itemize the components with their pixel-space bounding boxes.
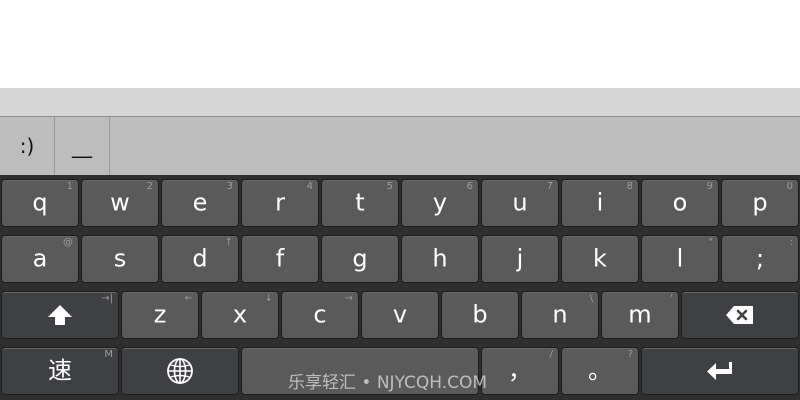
- key-label: u: [512, 188, 528, 217]
- key-label: b: [472, 300, 488, 329]
- key-hint: @: [63, 237, 73, 248]
- key-v[interactable]: v: [361, 291, 439, 339]
- key-label: g: [352, 244, 368, 273]
- shift-key[interactable]: →|: [1, 291, 119, 339]
- candidate-underscore[interactable]: __: [55, 117, 110, 175]
- key-hint: ↓: [264, 293, 273, 304]
- key-label: l: [676, 244, 684, 273]
- shift-arrow-icon: [48, 305, 72, 325]
- backspace-icon: [726, 306, 753, 324]
- text-input-area[interactable]: [0, 0, 800, 88]
- key-label: r: [275, 188, 285, 217]
- globe-icon: [167, 358, 193, 384]
- key-label: 。: [588, 356, 612, 385]
- key-label: j: [516, 244, 524, 273]
- key-hint: 5: [386, 181, 393, 192]
- key-hint: 8: [626, 181, 633, 192]
- key-label: n: [552, 300, 568, 329]
- key-hint: /: [549, 349, 553, 360]
- key-label: e: [192, 188, 208, 217]
- key-y[interactable]: y6: [401, 179, 479, 227]
- key-label: o: [672, 188, 688, 217]
- speed-input-key[interactable]: 速M: [1, 347, 119, 395]
- key-hint: ?: [627, 349, 633, 360]
- key-chinese-comma[interactable]: ， /: [481, 347, 559, 395]
- key-g[interactable]: g: [321, 235, 399, 283]
- key-label: w: [110, 188, 130, 217]
- key-p[interactable]: p0: [721, 179, 799, 227]
- key-hint: M: [104, 349, 113, 360]
- key-m[interactable]: m ': [601, 291, 679, 339]
- key-j[interactable]: j: [481, 235, 559, 283]
- key-s[interactable]: s: [81, 235, 159, 283]
- key-label: d: [192, 244, 208, 273]
- key-hint: →: [344, 293, 353, 304]
- key-f[interactable]: f: [241, 235, 319, 283]
- key-label: t: [355, 188, 365, 217]
- enter-icon: [707, 362, 732, 380]
- key-label: x: [232, 300, 248, 329]
- soft-keyboard: q1 w2 e3 r4 t5 y6 u7 i8 o9 p0 a @ s d ↑ f …: [0, 175, 800, 400]
- key-w[interactable]: w2: [81, 179, 159, 227]
- candidate-bar: :) __: [0, 116, 800, 175]
- key-hint: ↑: [224, 237, 233, 248]
- key-l[interactable]: l ": [641, 235, 719, 283]
- key-label: p: [752, 188, 768, 217]
- enter-key[interactable]: [641, 347, 799, 395]
- key-hint: 0: [786, 181, 793, 192]
- key-q[interactable]: q1: [1, 179, 79, 227]
- key-label: h: [432, 244, 448, 273]
- key-hint: 3: [226, 181, 233, 192]
- key-label: c: [313, 300, 327, 329]
- key-label: y: [432, 188, 448, 217]
- key-o[interactable]: o9: [641, 179, 719, 227]
- key-label: q: [32, 188, 48, 217]
- keyboard-top-strip: [0, 88, 800, 116]
- key-c[interactable]: c →: [281, 291, 359, 339]
- key-label: a: [32, 244, 48, 273]
- key-label: k: [593, 244, 607, 273]
- backspace-key[interactable]: [681, 291, 799, 339]
- key-semicolon[interactable]: ;:: [721, 235, 799, 283]
- watermark-text: 乐享轻汇 • NJYCQH.COM: [288, 373, 488, 393]
- key-hint: 1: [66, 181, 73, 192]
- candidate-smiley[interactable]: :): [0, 117, 55, 175]
- key-hint: 2: [146, 181, 153, 192]
- key-u[interactable]: u7: [481, 179, 559, 227]
- key-hint: 7: [546, 181, 553, 192]
- key-z[interactable]: z ←: [121, 291, 199, 339]
- key-hint: ←: [184, 293, 193, 304]
- key-i[interactable]: i8: [561, 179, 639, 227]
- key-hint: 6: [466, 181, 473, 192]
- key-n[interactable]: n \: [521, 291, 599, 339]
- key-label: s: [113, 244, 127, 273]
- key-label: f: [275, 244, 285, 273]
- key-label: ，: [508, 356, 532, 385]
- key-hint: 9: [706, 181, 713, 192]
- key-hint: 4: [306, 181, 313, 192]
- key-x[interactable]: x ↓: [201, 291, 279, 339]
- key-hint: ": [708, 237, 713, 248]
- language-switch-key[interactable]: [121, 347, 239, 395]
- key-t[interactable]: t5: [321, 179, 399, 227]
- key-k[interactable]: k: [561, 235, 639, 283]
- key-hint: \: [589, 293, 593, 304]
- key-hint: ': [670, 293, 673, 304]
- key-label: z: [153, 300, 167, 329]
- key-label: i: [596, 188, 604, 217]
- key-hint: :: [789, 237, 793, 248]
- key-chinese-period[interactable]: 。?: [561, 347, 639, 395]
- key-label: ;: [755, 244, 765, 273]
- key-e[interactable]: e3: [161, 179, 239, 227]
- key-label: 速: [48, 356, 72, 385]
- key-r[interactable]: r4: [241, 179, 319, 227]
- key-label: m: [628, 300, 652, 329]
- key-label: v: [392, 300, 408, 329]
- key-d[interactable]: d ↑: [161, 235, 239, 283]
- key-hint: →|: [101, 293, 113, 304]
- key-a[interactable]: a @: [1, 235, 79, 283]
- key-h[interactable]: h: [401, 235, 479, 283]
- key-b[interactable]: b: [441, 291, 519, 339]
